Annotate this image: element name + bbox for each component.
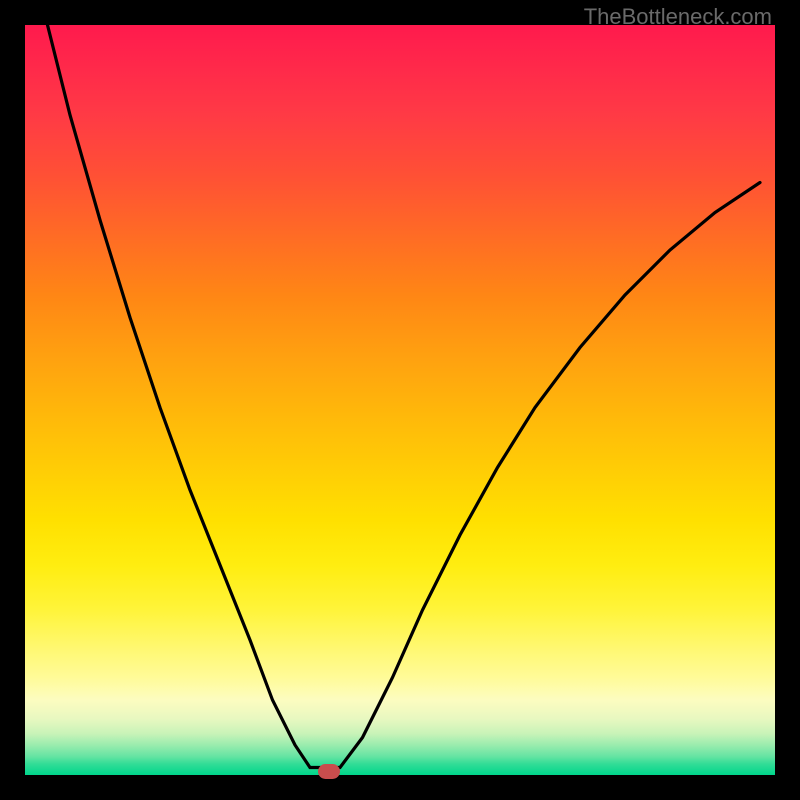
chart-frame: TheBottleneck.com (0, 0, 800, 800)
attribution-text: TheBottleneck.com (584, 4, 772, 30)
bottleneck-curve (25, 25, 775, 775)
minimum-marker (318, 764, 340, 779)
